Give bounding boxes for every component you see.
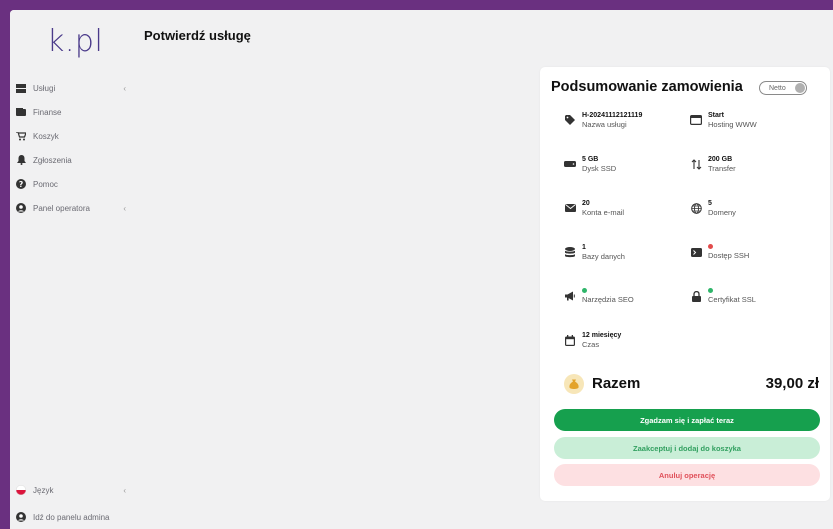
cart-icon [16, 131, 26, 141]
sidebar-item-label: Pomoc [33, 179, 58, 189]
feature-plan: Start Hosting WWW [690, 107, 810, 133]
feature-value: 5 GB [582, 156, 599, 163]
logo: k.pl [47, 24, 104, 59]
sidebar-item-pomoc[interactable]: ? Pomoc [16, 174, 126, 194]
user-icon [16, 203, 26, 213]
sidebar-item-label: Finanse [33, 107, 62, 117]
bell-icon [16, 155, 26, 165]
language-selector[interactable]: Język ‹ [16, 480, 126, 500]
chevron-left-icon: ‹ [123, 203, 126, 213]
sidebar-item-label: Koszyk [33, 131, 59, 141]
netto-toggle[interactable]: Netto [759, 81, 807, 95]
feature-duration: 12 miesięcy Czas [564, 327, 684, 353]
feature-service-name: H-20241112121119 Nazwa usługi [564, 107, 684, 133]
feature-label: Domeny [708, 208, 736, 217]
feature-value: 20 [582, 200, 590, 207]
feature-email: 20 Konta e-mail [564, 195, 684, 221]
feature-disk: 5 GB Dysk SSD [564, 151, 684, 177]
feature-domains: 5 Domeny [690, 195, 810, 221]
database-icon [564, 246, 576, 258]
feature-label: Bazy danych [582, 252, 625, 261]
pay-now-button[interactable]: Zgadzam się i zapłać teraz [554, 409, 820, 431]
tag-icon [564, 114, 576, 126]
sidebar-item-label: Panel operatora [33, 203, 90, 213]
feature-value: 1 [582, 244, 586, 251]
feature-label: Konta e-mail [582, 208, 625, 217]
add-to-cart-button[interactable]: Zaakceptuj i dodaj do koszyka [554, 437, 820, 459]
feature-value: 12 miesięcy [582, 332, 622, 339]
status-on-indicator [582, 288, 587, 293]
sidebar-item-label: Zgłoszenia [33, 155, 72, 165]
feature-value: H-20241112121119 [582, 112, 643, 119]
feature-ssh: Dostęp SSH [690, 239, 810, 265]
status-on-indicator [708, 288, 713, 293]
sidebar-item-finanse[interactable]: Finanse [16, 102, 126, 122]
admin-panel-link[interactable]: Idź do panelu admina [16, 507, 134, 527]
money-bag-icon [564, 374, 584, 394]
help-icon: ? [16, 179, 26, 189]
user-icon [16, 512, 26, 522]
megaphone-icon [564, 290, 576, 302]
admin-panel-label: Idź do panelu admina [33, 512, 110, 522]
total-value: 39,00 zł [765, 375, 819, 392]
feature-label: Certyfikat SSL [708, 295, 756, 304]
lock-icon [690, 290, 702, 302]
drive-icon [564, 158, 576, 170]
feature-seo: Narzędzia SEO [564, 283, 684, 309]
sidebar-item-zgloszenia[interactable]: Zgłoszenia [16, 150, 126, 170]
sidebar-item-label: Usługi [33, 83, 56, 93]
transfer-icon [690, 158, 702, 170]
feature-databases: 1 Bazy danych [564, 239, 684, 265]
terminal-icon [690, 246, 702, 258]
server-icon [16, 83, 26, 93]
poland-flag-icon [16, 485, 26, 495]
total-label: Razem [592, 375, 641, 392]
calendar-icon [564, 334, 576, 346]
wallet-icon [16, 107, 26, 117]
chevron-left-icon: ‹ [123, 485, 126, 495]
window-icon [690, 114, 702, 126]
feature-value: 5 [708, 200, 712, 207]
sidebar-item-panel-operatora[interactable]: Panel operatora ‹ [16, 198, 126, 218]
order-summary-card: Podsumowanie zamowienia Netto H-20241112… [540, 67, 830, 501]
netto-toggle-label: Netto [769, 84, 786, 92]
mail-icon [564, 202, 576, 214]
feature-transfer: 200 GB Transfer [690, 151, 810, 177]
globe-icon [690, 202, 702, 214]
chevron-left-icon: ‹ [123, 83, 126, 93]
sidebar-item-uslugi[interactable]: Usługi ‹ [16, 78, 126, 98]
toggle-knob [795, 83, 805, 93]
page-title: Potwierdź usługę [144, 28, 251, 43]
feature-value: Start [708, 112, 724, 119]
feature-ssl: Certyfikat SSL [690, 283, 810, 309]
sidebar: k.pl Usługi ‹ Finanse Koszyk Zgłoszenia [10, 10, 135, 529]
feature-label: Dostęp SSH [708, 251, 750, 260]
feature-label: Czas [582, 340, 600, 349]
feature-label: Nazwa usługi [582, 120, 627, 129]
cancel-button[interactable]: Anuluj operację [554, 464, 820, 486]
status-off-indicator [708, 244, 713, 249]
summary-title: Podsumowanie zamowienia [551, 79, 743, 95]
feature-label: Hosting WWW [708, 120, 757, 129]
svg-text:?: ? [19, 180, 23, 189]
feature-value: 200 GB [708, 156, 733, 163]
feature-label: Transfer [708, 164, 736, 173]
feature-label: Dysk SSD [582, 164, 617, 173]
feature-label: Narzędzia SEO [582, 295, 634, 304]
language-label: Język [33, 485, 54, 495]
sidebar-item-koszyk[interactable]: Koszyk [16, 126, 126, 146]
app-window: k.pl Usługi ‹ Finanse Koszyk Zgłoszenia [10, 10, 833, 529]
